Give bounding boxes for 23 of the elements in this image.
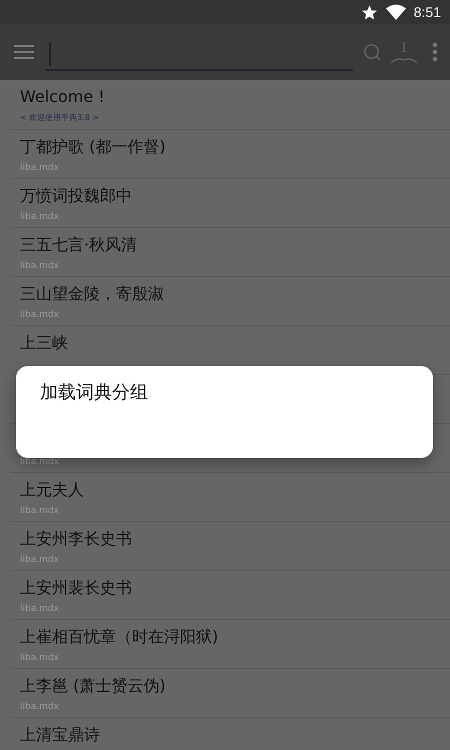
search-icon[interactable]: [363, 42, 382, 62]
entry-title[interactable]: 上清宝鼎诗: [20, 724, 450, 746]
entry-title[interactable]: 丁都护歌 (都一作督): [20, 136, 450, 158]
entry-title[interactable]: 上安州裴长史书: [20, 577, 450, 599]
dialog-title: 加载词典分组: [40, 382, 148, 403]
wave-icon: [390, 56, 418, 64]
entry-title[interactable]: 上元夫人: [20, 479, 450, 501]
entry-title[interactable]: 上三峡: [20, 332, 450, 354]
star-icon: [360, 4, 378, 20]
entry-title[interactable]: 三山望金陵，寄殷淑: [20, 283, 450, 305]
list-item[interactable]: Welcome ! < 欢迎使用平典3.8 >: [10, 80, 450, 130]
entry-title[interactable]: 万愤词投魏郎中: [20, 185, 450, 207]
entry-title[interactable]: 上李邕 (萧士赟云伪): [20, 675, 450, 697]
item-title: Welcome !: [20, 86, 106, 108]
entry-title[interactable]: 上崔相百忧章（时在浔阳狱): [20, 626, 450, 648]
item-subtitle: < 欢迎使用平典3.8 >: [20, 112, 100, 123]
menu-icon[interactable]: [14, 44, 34, 60]
clock: 8:51: [414, 4, 441, 20]
wifi-icon: [386, 4, 406, 20]
entry-title[interactable]: 三五七言·秋风清: [20, 234, 450, 256]
more-icon[interactable]: [432, 42, 438, 62]
entry-title[interactable]: 上安州李长史书: [20, 528, 450, 550]
search-field[interactable]: [46, 39, 353, 71]
